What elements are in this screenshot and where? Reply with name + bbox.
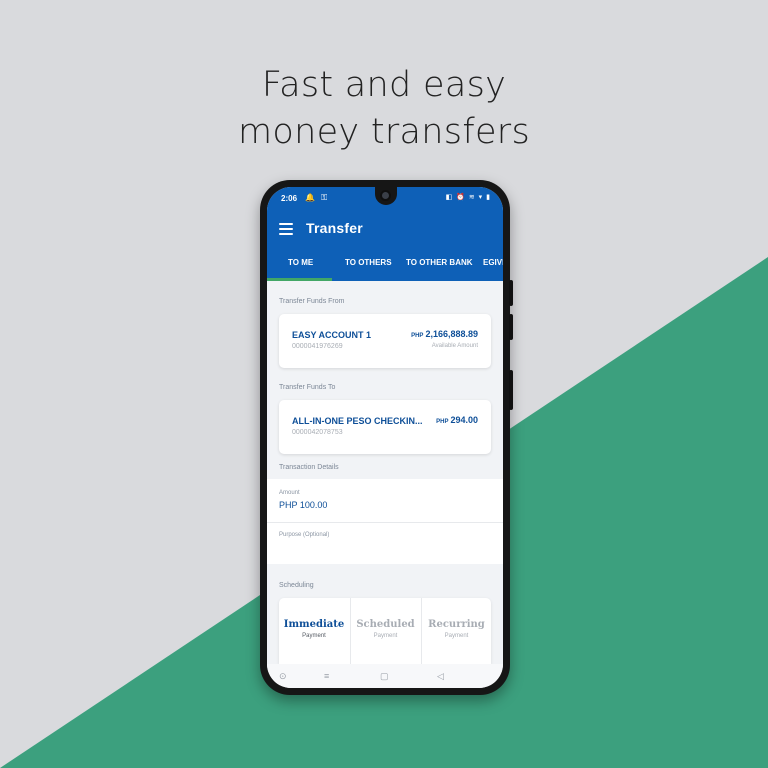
headline-line-1: Fast and easy	[261, 65, 507, 105]
destination-account-card[interactable]: ALL-IN-ONE PESO CHECKIN... 0000042078753…	[279, 400, 491, 454]
hamburger-icon[interactable]	[279, 223, 293, 235]
tab-to-other-bank[interactable]: TO OTHER BANK	[406, 247, 473, 281]
accessibility-icon[interactable]: ⊙	[279, 670, 287, 682]
phone-frame: 2:06 🔔 ⚿ ◧ ⏰ ≋ ▾ ▮ Transfer TO ME TO OTH…	[260, 180, 513, 695]
destination-account-name: ALL-IN-ONE PESO CHECKIN...	[292, 416, 423, 426]
transfer-tabs: TO ME TO OTHERS TO OTHER BANK EGIVE	[267, 247, 503, 281]
currency-label: PHP	[411, 333, 424, 339]
option-recurring-payment[interactable]: Recurring Payment	[421, 598, 491, 664]
tab-egive[interactable]: EGIVE	[483, 247, 503, 281]
active-tab-indicator	[267, 278, 332, 281]
transaction-details-label: Transaction Details	[279, 464, 339, 471]
system-status-icons: ◧ ⏰ ≋ ▾ ▮	[445, 194, 491, 201]
back-icon[interactable]: ◁	[437, 670, 444, 682]
source-account-card[interactable]: EASY ACCOUNT 1 0000041976269 PHP 2,166,88…	[279, 314, 491, 368]
destination-account-balance: PHP 294.00	[436, 415, 478, 425]
scheduling-label: Scheduling	[279, 582, 314, 589]
transaction-details-panel: Amount PHP 100.00 Purpose (Optional)	[267, 479, 503, 564]
amount-label: Amount	[279, 490, 300, 496]
balance-value: 294.00	[450, 415, 478, 425]
field-divider	[267, 522, 503, 523]
tab-to-me[interactable]: TO ME	[288, 247, 313, 281]
option-subtitle: Payment	[373, 633, 398, 639]
option-subtitle: Payment	[302, 633, 326, 639]
source-account-number: 0000041976269	[292, 343, 343, 350]
headline-line-2: money transfers	[237, 112, 531, 152]
purpose-input[interactable]	[279, 542, 491, 556]
transfer-from-label: Transfer Funds From	[279, 298, 345, 305]
notification-icons: 🔔 ⚿	[305, 193, 330, 202]
home-icon[interactable]: ▢	[380, 670, 389, 682]
headline: Fast and easy money transfers	[0, 62, 768, 156]
status-time: 2:06	[281, 194, 298, 203]
page-title: Transfer	[306, 220, 363, 236]
volume-up-button	[509, 280, 513, 306]
source-account-balance: PHP 2,166,888.89	[411, 329, 478, 339]
recents-icon[interactable]: ≡	[324, 670, 329, 682]
volume-down-button	[509, 314, 513, 340]
app-bar: Transfer	[267, 211, 503, 247]
option-immediate-payment[interactable]: Immediate Payment	[279, 598, 349, 664]
transfer-to-label: Transfer Funds To	[279, 384, 336, 391]
scheduling-options: Immediate Payment Scheduled Payment Recu…	[279, 598, 491, 664]
available-amount-caption: Available Amount	[431, 343, 478, 349]
source-account-name: EASY ACCOUNT 1	[292, 330, 372, 340]
system-nav-bar: ⊙ ≡ ▢ ◁	[267, 664, 503, 688]
destination-account-number: 0000042078753	[292, 429, 343, 436]
balance-value: 2,166,888.89	[425, 329, 478, 339]
option-subtitle: Payment	[444, 633, 469, 639]
amount-input[interactable]: PHP 100.00	[279, 500, 327, 510]
purpose-label: Purpose (Optional)	[279, 532, 330, 538]
currency-label: PHP	[436, 419, 449, 425]
option-title: Immediate	[283, 619, 345, 630]
front-camera	[380, 190, 391, 201]
tab-to-others[interactable]: TO OTHERS	[345, 247, 392, 281]
option-title: Scheduled	[356, 619, 415, 630]
phone-screen: 2:06 🔔 ⚿ ◧ ⏰ ≋ ▾ ▮ Transfer TO ME TO OTH…	[267, 187, 503, 688]
option-title: Recurring	[428, 619, 485, 630]
power-button	[509, 370, 513, 410]
option-scheduled-payment[interactable]: Scheduled Payment	[350, 598, 420, 664]
